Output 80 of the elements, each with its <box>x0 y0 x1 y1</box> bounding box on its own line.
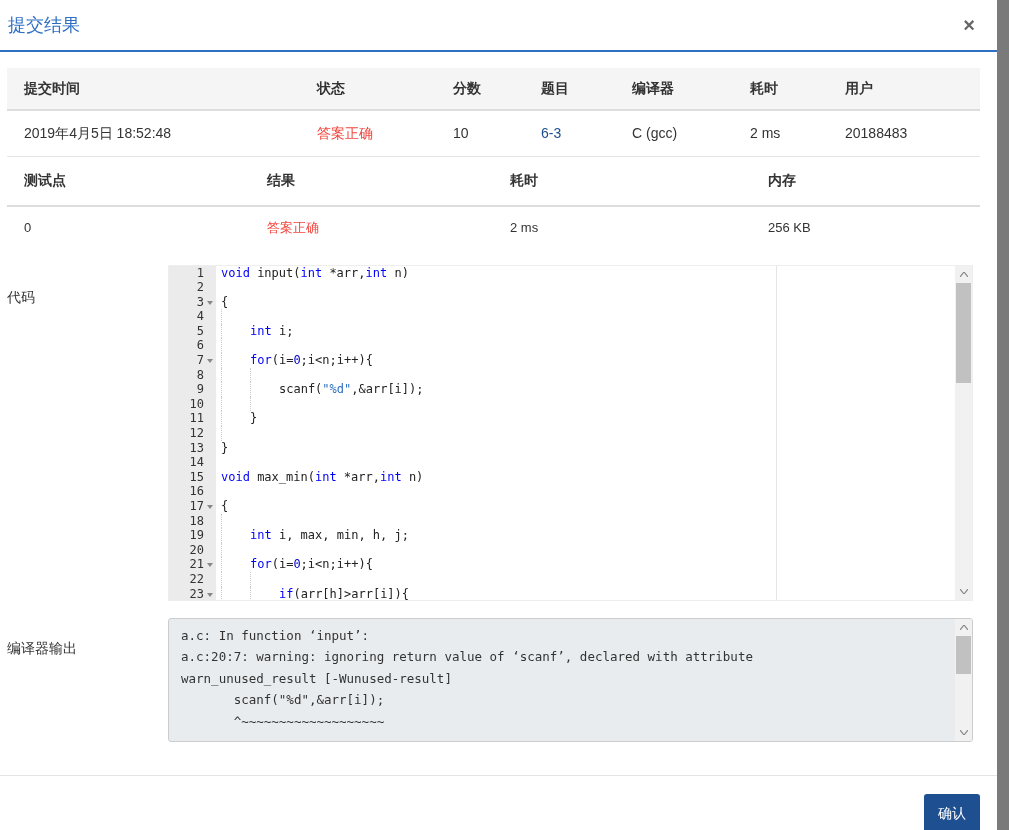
line-number: 22 <box>189 571 204 587</box>
scrollbar[interactable] <box>955 618 972 741</box>
output-line: a.c:20:7: warning: ignoring return value of ‘scanf’, declared with attribute <box>181 648 754 666</box>
code-line: } <box>221 440 229 456</box>
line-number: 9 <box>196 382 204 397</box>
compiler-output-label: 编译器输出 <box>7 639 77 656</box>
scrollbar[interactable] <box>955 265 972 600</box>
code-line: { <box>221 499 229 514</box>
column-header: 结果 <box>267 172 295 188</box>
line-number: 21 <box>189 557 204 572</box>
confirm-button[interactable]: 确认 <box>924 793 980 830</box>
table-cell: C (gcc) <box>632 124 678 141</box>
problem-link[interactable]: 6-3 <box>541 124 562 141</box>
scroll-down-icon[interactable] <box>959 588 968 594</box>
line-number: 10 <box>189 396 204 412</box>
table-cell: 2 ms <box>510 220 539 236</box>
column-header: 耗时 <box>750 80 778 96</box>
status-text: 答案正确 <box>317 124 373 141</box>
line-number: 13 <box>189 440 204 456</box>
output-line: warn_unused_result [-Wunused-result] <box>181 669 453 688</box>
code-label: 代码 <box>7 288 35 305</box>
scroll-up-icon[interactable] <box>959 271 968 277</box>
table-cell: 256 KB <box>768 220 811 236</box>
code-line: } <box>250 411 258 427</box>
line-number: 12 <box>189 426 204 441</box>
column-header: 提交时间 <box>24 80 80 96</box>
code-line: void max_min(int *arr,int n) <box>221 469 424 485</box>
status-text: 答案正确 <box>267 220 319 236</box>
scrollbar-thumb[interactable] <box>956 282 971 383</box>
table-cell: 10 <box>453 124 469 141</box>
line-number: 1 <box>196 265 204 281</box>
dialog-title: 提交结果 <box>8 13 80 37</box>
code-line: int i; <box>250 323 294 339</box>
scroll-down-icon[interactable] <box>959 729 968 735</box>
output-line: scanf("%d",&arr[i]); <box>232 691 386 709</box>
code-line: void input(int *arr,int n) <box>221 265 409 281</box>
scroll-up-icon[interactable] <box>959 624 968 630</box>
fold-caret-icon[interactable] <box>207 359 213 364</box>
column-header: 内存 <box>768 172 796 188</box>
line-number: 7 <box>196 353 204 368</box>
column-header: 分数 <box>453 80 481 96</box>
close-button[interactable]: × <box>963 10 975 40</box>
line-number: 4 <box>196 309 204 324</box>
line-number: 18 <box>189 513 204 529</box>
line-number: 15 <box>189 469 204 485</box>
code-line: int i, max, min, h, j; <box>250 528 409 543</box>
fold-caret-icon[interactable] <box>207 592 213 597</box>
column-header: 耗时 <box>510 172 538 188</box>
column-header: 编译器 <box>632 80 674 96</box>
column-header: 题目 <box>541 80 569 96</box>
code-line: scanf("%d",&arr[i]); <box>279 382 424 397</box>
column-header: 用户 <box>845 80 873 96</box>
code-line: { <box>221 294 229 310</box>
fold-caret-icon[interactable] <box>207 300 213 305</box>
code-line: for(i=0;i<n;i++){ <box>250 557 373 572</box>
output-line: a.c: In function ‘input’: <box>181 626 371 645</box>
output-line: ^~~~~~~~~~~~~~~~~~~~ <box>232 712 386 731</box>
column-header: 状态 <box>317 80 345 96</box>
table-cell: 2019年4月5日 18:52:48 <box>24 124 172 141</box>
code-line: for(i=0;i<n;i++){ <box>250 353 373 368</box>
line-number: 6 <box>196 338 204 354</box>
scrollbar-thumb[interactable] <box>956 635 971 674</box>
line-number: 5 <box>196 323 204 339</box>
table-cell: 2 ms <box>750 124 781 141</box>
table-cell: 20188483 <box>845 124 908 141</box>
line-number: 11 <box>189 411 204 427</box>
line-number: 16 <box>189 484 204 499</box>
line-number: 17 <box>189 499 204 514</box>
line-number: 14 <box>189 455 204 470</box>
fold-caret-icon[interactable] <box>207 505 213 509</box>
line-number: 8 <box>196 367 204 383</box>
line-number: 3 <box>196 294 204 310</box>
table-cell: 0 <box>24 220 32 236</box>
line-number: 23 <box>189 586 204 600</box>
line-number: 2 <box>196 280 204 295</box>
line-number: 19 <box>189 528 204 543</box>
code-line: if(arr[h]>arr[i]){ <box>279 586 410 600</box>
column-header: 测试点 <box>24 172 66 188</box>
fold-caret-icon[interactable] <box>207 563 213 568</box>
line-number: 20 <box>189 542 204 558</box>
